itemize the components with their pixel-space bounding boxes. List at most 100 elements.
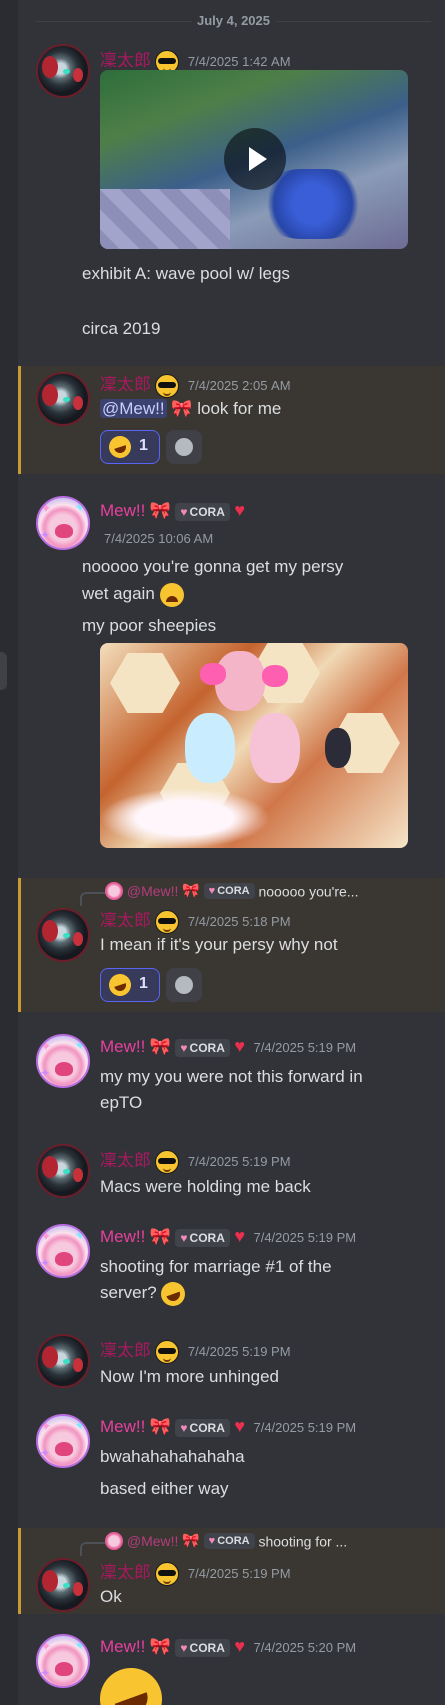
username[interactable]: Mew!! [100, 1637, 145, 1656]
rofl-emoji-icon [106, 433, 134, 461]
server-tag[interactable]: ♥ CORA [175, 1418, 230, 1437]
user-mention[interactable]: @Mew!! [100, 399, 167, 418]
avatar-eye [63, 69, 70, 74]
sparkle-icon: ✦ [74, 1637, 86, 1653]
username[interactable]: 凜太郎 [100, 911, 151, 930]
avatar[interactable] [36, 372, 90, 426]
message-7[interactable]: ✦ ✦ ✦ Mew!! 🎀 ♥ CORA ♥ 7/4/2025 5:19 PM sho… [18, 1220, 445, 1310]
timestamp[interactable]: 7/4/2025 5:19 PM [188, 1344, 291, 1359]
message-text: my my you were not this forward in [100, 1067, 363, 1086]
timestamp[interactable]: 7/4/2025 5:18 PM [188, 914, 291, 929]
reply-preview[interactable]: @Mew!! 🎀 ♥ CORA shooting for ... [105, 1532, 347, 1551]
sunglasses-emoji-icon [155, 1149, 180, 1174]
reaction-laughing[interactable]: 1 [100, 430, 160, 464]
sparkle-icon: ✦ [74, 1227, 86, 1243]
server-tag-label: CORA [217, 885, 250, 898]
username[interactable]: Mew!! [100, 1417, 145, 1436]
username[interactable]: 凜太郎 [100, 1563, 151, 1582]
username[interactable]: 凜太郎 [100, 1151, 151, 1170]
message-header: Mew!! 🎀 ♥ CORA ♥ 7/4/2025 5:20 PM [100, 1636, 356, 1657]
sparkle-icon: ✦ [40, 1256, 51, 1270]
sunglasses-emoji-icon [155, 909, 180, 934]
server-tag[interactable]: ♥ CORA [175, 1228, 230, 1247]
avatar[interactable]: ✦ ✦ ✦ [36, 1634, 90, 1688]
reply-preview[interactable]: @Mew!! 🎀 ♥ CORA nooooo you're... [105, 882, 358, 901]
message-9[interactable]: ✦ ✦ ✦ Mew!! 🎀 ♥ CORA ♥ 7/4/2025 5:19 PM bwa… [18, 1410, 445, 1510]
message-4-highlighted-reply[interactable]: @Mew!! 🎀 ♥ CORA nooooo you're... 凜太郎 7/4/… [18, 878, 445, 1012]
message-text: my poor sheepies [82, 616, 217, 635]
server-tag-label: CORA [189, 1040, 225, 1055]
floor-tile [110, 653, 180, 713]
message-text: epTO [100, 1093, 143, 1112]
timestamp[interactable]: 7/4/2025 5:19 PM [253, 1040, 356, 1055]
avatar-hair [42, 1346, 58, 1368]
avatar-heart [55, 524, 73, 538]
heart-emoji-icon: ♥ [234, 1036, 246, 1056]
message-header: Mew!! 🎀 ♥ CORA ♥ [100, 500, 245, 521]
sparkle-icon: ✦ [74, 499, 86, 515]
message-body: server? [100, 1283, 157, 1302]
timestamp[interactable]: 7/4/2025 1:42 AM [188, 54, 291, 69]
timestamp[interactable]: 7/4/2025 10:06 AM [104, 531, 213, 546]
avatar[interactable] [36, 1334, 90, 1388]
reaction-count: 1 [139, 437, 148, 454]
rofl-emoji-icon [106, 971, 134, 999]
add-reaction-icon[interactable] [166, 968, 202, 1002]
username[interactable]: 凜太郎 [100, 1341, 151, 1360]
bow-emoji-icon: 🎀 [182, 882, 200, 898]
avatar-eye [63, 1583, 70, 1588]
message-header: 凜太郎 7/4/2025 5:18 PM [100, 906, 291, 934]
timestamp[interactable]: 7/4/2025 5:19 PM [188, 1154, 291, 1169]
image-attachment[interactable] [100, 643, 408, 848]
avatar[interactable] [36, 908, 90, 962]
server-tag[interactable]: ♥ CORA [175, 1038, 230, 1057]
message-text: bwahahahahahaha [100, 1447, 245, 1466]
add-reaction-icon[interactable] [166, 430, 202, 464]
sunglasses-emoji-icon [155, 373, 180, 398]
username[interactable]: Mew!! [100, 1037, 145, 1056]
avatar[interactable] [36, 1558, 90, 1612]
server-tag[interactable]: ♥ CORA [175, 1638, 230, 1657]
message-11[interactable]: ✦ ✦ ✦ Mew!! 🎀 ♥ CORA ♥ 7/4/2025 5:20 PM [18, 1628, 445, 1705]
username[interactable]: Mew!! [100, 501, 145, 520]
username[interactable]: Mew!! [100, 1227, 145, 1246]
timestamp[interactable]: 7/4/2025 5:19 PM [188, 1566, 291, 1581]
message-6[interactable]: 凜太郎 7/4/2025 5:19 PM Macs were holding m… [18, 1140, 445, 1210]
avatar-accent [73, 68, 83, 82]
video-attachment[interactable] [100, 70, 408, 249]
sparkle-icon: ✦ [74, 1037, 86, 1053]
reaction-laughing[interactable]: 1 [100, 968, 160, 1002]
avatar-accent [73, 396, 83, 410]
avatar[interactable]: ✦ ✦ ✦ [36, 1034, 90, 1088]
avatar[interactable] [36, 44, 90, 98]
server-tag[interactable]: ♥ CORA [175, 502, 230, 521]
message-8[interactable]: 凜太郎 7/4/2025 5:19 PM Now I'm more unhing… [18, 1330, 445, 1400]
play-icon[interactable] [224, 128, 286, 190]
message-body: look for me [197, 399, 282, 418]
timestamp[interactable]: 7/4/2025 2:05 AM [188, 378, 291, 393]
character [325, 728, 351, 768]
avatar[interactable]: ✦ ✦ ✦ [36, 496, 90, 550]
avatar[interactable]: ✦ ✦ ✦ [36, 1414, 90, 1468]
avatar-heart [55, 1662, 73, 1676]
avatar[interactable]: ✦ ✦ ✦ [36, 1224, 90, 1278]
bow-emoji-icon: 🎀 [149, 501, 171, 520]
message-5[interactable]: ✦ ✦ ✦ Mew!! 🎀 ♥ CORA ♥ 7/4/2025 5:19 PM my … [18, 1030, 445, 1120]
message-2-highlighted[interactable]: 凜太郎 7/4/2025 2:05 AM @Mew!! 🎀 look for m… [18, 366, 445, 474]
timestamp[interactable]: 7/4/2025 5:19 PM [253, 1420, 356, 1435]
character [185, 713, 235, 783]
heart-tag-icon: ♥ [180, 1640, 188, 1655]
timestamp[interactable]: 7/4/2025 5:19 PM [253, 1230, 356, 1245]
message-text: Now I'm more unhinged [100, 1367, 279, 1386]
heart-tag-icon: ♥ [208, 1535, 216, 1548]
avatar[interactable] [36, 1144, 90, 1198]
username[interactable]: 凜太郎 [100, 51, 151, 70]
heart-emoji-icon: ♥ [234, 1636, 246, 1656]
username[interactable]: 凜太郎 [100, 375, 151, 394]
server-tag-label: CORA [217, 1535, 250, 1548]
message-10-highlighted-reply[interactable]: @Mew!! 🎀 ♥ CORA shooting for ... 凜太郎 7/4/… [18, 1528, 445, 1614]
timestamp[interactable]: 7/4/2025 5:20 PM [253, 1640, 356, 1655]
sparkle-icon: ✦ [40, 1666, 51, 1680]
sidebar-toggle-handle[interactable] [0, 652, 7, 690]
bow-emoji-icon: 🎀 [149, 1227, 171, 1246]
